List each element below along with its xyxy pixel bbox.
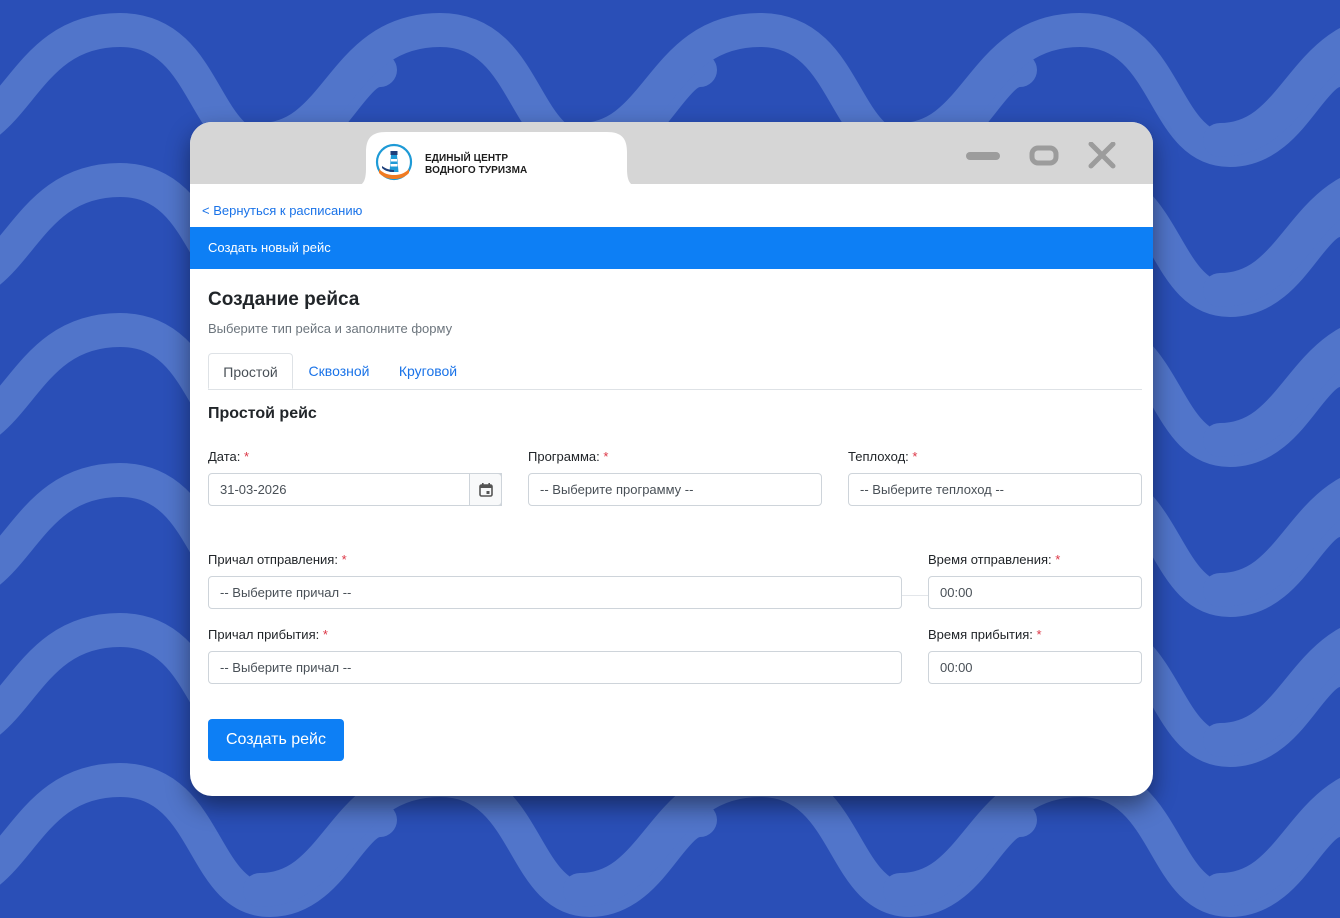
ship-label: Теплоход: *: [848, 449, 917, 464]
page-subtitle: Выберите тип рейса и заполните форму: [208, 321, 453, 336]
app-window: ЕДИНЫЙ ЦЕНТР ВОДНОГО ТУРИЗМА < Вернуться…: [190, 122, 1153, 796]
maximize-button[interactable]: [1028, 142, 1064, 170]
page-title: Создание рейса: [208, 289, 360, 310]
card-header-title: Создать новый рейс: [208, 240, 331, 255]
logo-tab: ЕДИНЫЙ ЦЕНТР ВОДНОГО ТУРИЗМА: [352, 132, 641, 187]
departure-pier-select[interactable]: -- Выберите причал --: [208, 576, 902, 609]
departure-time-label: Время отправления: *: [928, 552, 1060, 567]
program-label-text: Программа:: [528, 449, 600, 464]
logo-text-line2: ВОДНОГО ТУРИЗМА: [425, 165, 528, 176]
arrival-pier-label-text: Причал прибытия:: [208, 627, 320, 642]
ship-label-text: Теплоход:: [848, 449, 909, 464]
arrival-pier-select[interactable]: -- Выберите причал --: [208, 651, 902, 684]
lighthouse-logo-icon: [375, 143, 413, 181]
back-to-schedule-link[interactable]: < Вернуться к расписанию: [202, 203, 362, 218]
departure-time-label-text: Время отправления:: [928, 552, 1052, 567]
arrival-pier-label: Причал прибытия: *: [208, 627, 328, 642]
window-titlebar: ЕДИНЫЙ ЦЕНТР ВОДНОГО ТУРИЗМА: [190, 122, 1153, 187]
tab-simple[interactable]: Простой: [208, 353, 293, 389]
required-mark: *: [341, 552, 347, 567]
departure-pier-label: Причал отправления: *: [208, 552, 347, 567]
required-mark: *: [322, 627, 328, 642]
page-content: < Вернуться к расписанию Создать новый р…: [190, 184, 1153, 796]
required-mark: *: [912, 449, 918, 464]
calendar-icon: [479, 483, 493, 497]
program-label: Программа: *: [528, 449, 608, 464]
required-mark: *: [244, 449, 250, 464]
logo-wordmark: ЕДИНЫЙ ЦЕНТР ВОДНОГО ТУРИЗМА: [425, 153, 527, 177]
minimize-icon: [966, 152, 1000, 160]
ship-select[interactable]: -- Выберите теплоход --: [848, 473, 1142, 506]
date-label-text: Дата:: [208, 449, 241, 464]
close-icon: [1088, 142, 1116, 169]
date-picker-button[interactable]: [469, 473, 502, 506]
arrival-time-label: Время прибытия: *: [928, 627, 1042, 642]
section-title: Простой рейс: [208, 405, 317, 422]
arrival-time-label-text: Время прибытия:: [928, 627, 1033, 642]
required-mark: *: [1055, 552, 1061, 567]
required-mark: *: [603, 449, 609, 464]
date-input-value: 31-03-2026: [220, 482, 287, 497]
trip-type-tabs: Простой Сквозной Круговой: [208, 353, 1142, 390]
departure-time-input[interactable]: 00:00: [928, 576, 1142, 609]
tab-through[interactable]: Сквозной: [294, 353, 384, 389]
departure-pier-label-text: Причал отправления:: [208, 552, 338, 567]
required-mark: *: [1036, 627, 1042, 642]
tab-circular[interactable]: Круговой: [386, 353, 470, 389]
date-label: Дата: *: [208, 449, 249, 464]
logo-text-line1: ЕДИНЫЙ ЦЕНТР: [425, 153, 509, 164]
program-select[interactable]: -- Выберите программу --: [528, 473, 822, 506]
date-input[interactable]: 31-03-2026: [208, 473, 502, 506]
arrival-time-input[interactable]: 00:00: [928, 651, 1142, 684]
close-button[interactable]: [1085, 142, 1121, 170]
maximize-icon: [1029, 145, 1059, 166]
card-header: Создать новый рейс: [190, 227, 1153, 269]
create-trip-button[interactable]: Создать рейс: [208, 719, 344, 761]
minimize-button[interactable]: [965, 142, 1001, 170]
